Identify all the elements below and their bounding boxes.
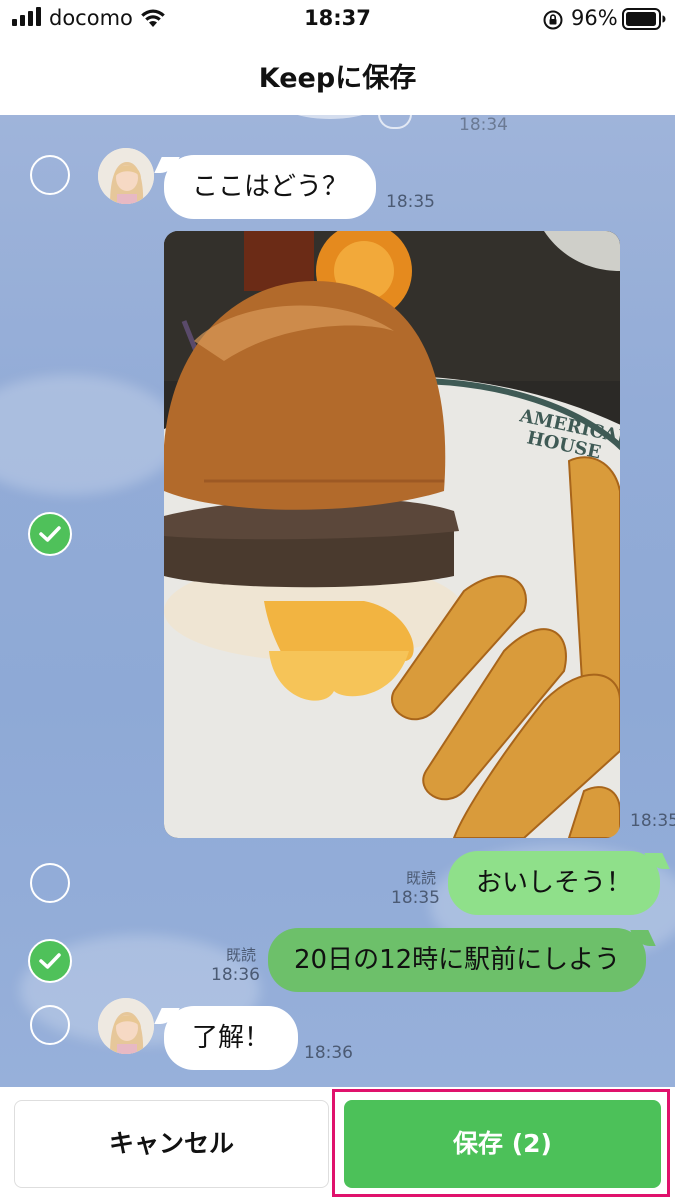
- sticker-partial: [280, 115, 380, 119]
- header: Keepに保存: [0, 38, 675, 115]
- chat-area[interactable]: 18:34 ここはどう？ 18:35 AMERICAN HOUSE 18:35 …: [0, 115, 675, 1087]
- battery-percent: 96%: [571, 6, 618, 30]
- avatar: [98, 998, 154, 1054]
- save-button[interactable]: 保存 (2): [344, 1100, 661, 1188]
- select-radio-unchecked[interactable]: [30, 863, 70, 903]
- bottom-action-bar: キャンセル 保存 (2): [0, 1087, 675, 1200]
- message-text: 20日の12時に駅前にしよう: [294, 945, 621, 975]
- message-time: 18:36: [304, 1043, 353, 1063]
- message-time: 18:35: [630, 811, 675, 831]
- message-time: 18:34: [459, 115, 508, 135]
- select-radio-unchecked[interactable]: [30, 155, 70, 195]
- photo-message[interactable]: AMERICAN HOUSE: [164, 231, 620, 838]
- checkmark-icon: [39, 526, 61, 542]
- read-receipt: 既読: [226, 946, 257, 964]
- message-time: 18:35: [391, 888, 440, 908]
- select-radio-checked[interactable]: [28, 512, 72, 556]
- message-text: 了解！: [192, 1023, 271, 1053]
- message-bubble-outgoing[interactable]: おいしそう！: [448, 851, 661, 915]
- avatar: [98, 148, 154, 204]
- read-receipt: 既読: [406, 869, 437, 887]
- orientation-lock-icon: [542, 9, 564, 35]
- battery-icon: [622, 8, 666, 34]
- message-bubble[interactable]: ここはどう？: [164, 155, 377, 219]
- page-title: Keepに保存: [258, 63, 417, 94]
- select-radio-checked[interactable]: [28, 939, 72, 983]
- message-bubble[interactable]: 了解！: [164, 1006, 299, 1070]
- message-bubble-outgoing[interactable]: 20日の12時に駅前にしよう: [268, 928, 647, 992]
- message-time: 18:35: [386, 192, 435, 212]
- select-radio-unchecked[interactable]: [30, 1005, 70, 1045]
- cloud-decoration: [0, 375, 180, 495]
- message-time: 18:36: [211, 965, 260, 985]
- checkmark-icon: [39, 953, 61, 969]
- cancel-button[interactable]: キャンセル: [14, 1100, 329, 1188]
- message-text: ここはどう？: [192, 172, 349, 202]
- status-bar: docomo 18:37 96%: [0, 0, 675, 38]
- message-text: おいしそう！: [476, 868, 633, 898]
- burger-photo: AMERICAN HOUSE: [164, 231, 620, 838]
- sticker-partial-loop: [378, 115, 412, 129]
